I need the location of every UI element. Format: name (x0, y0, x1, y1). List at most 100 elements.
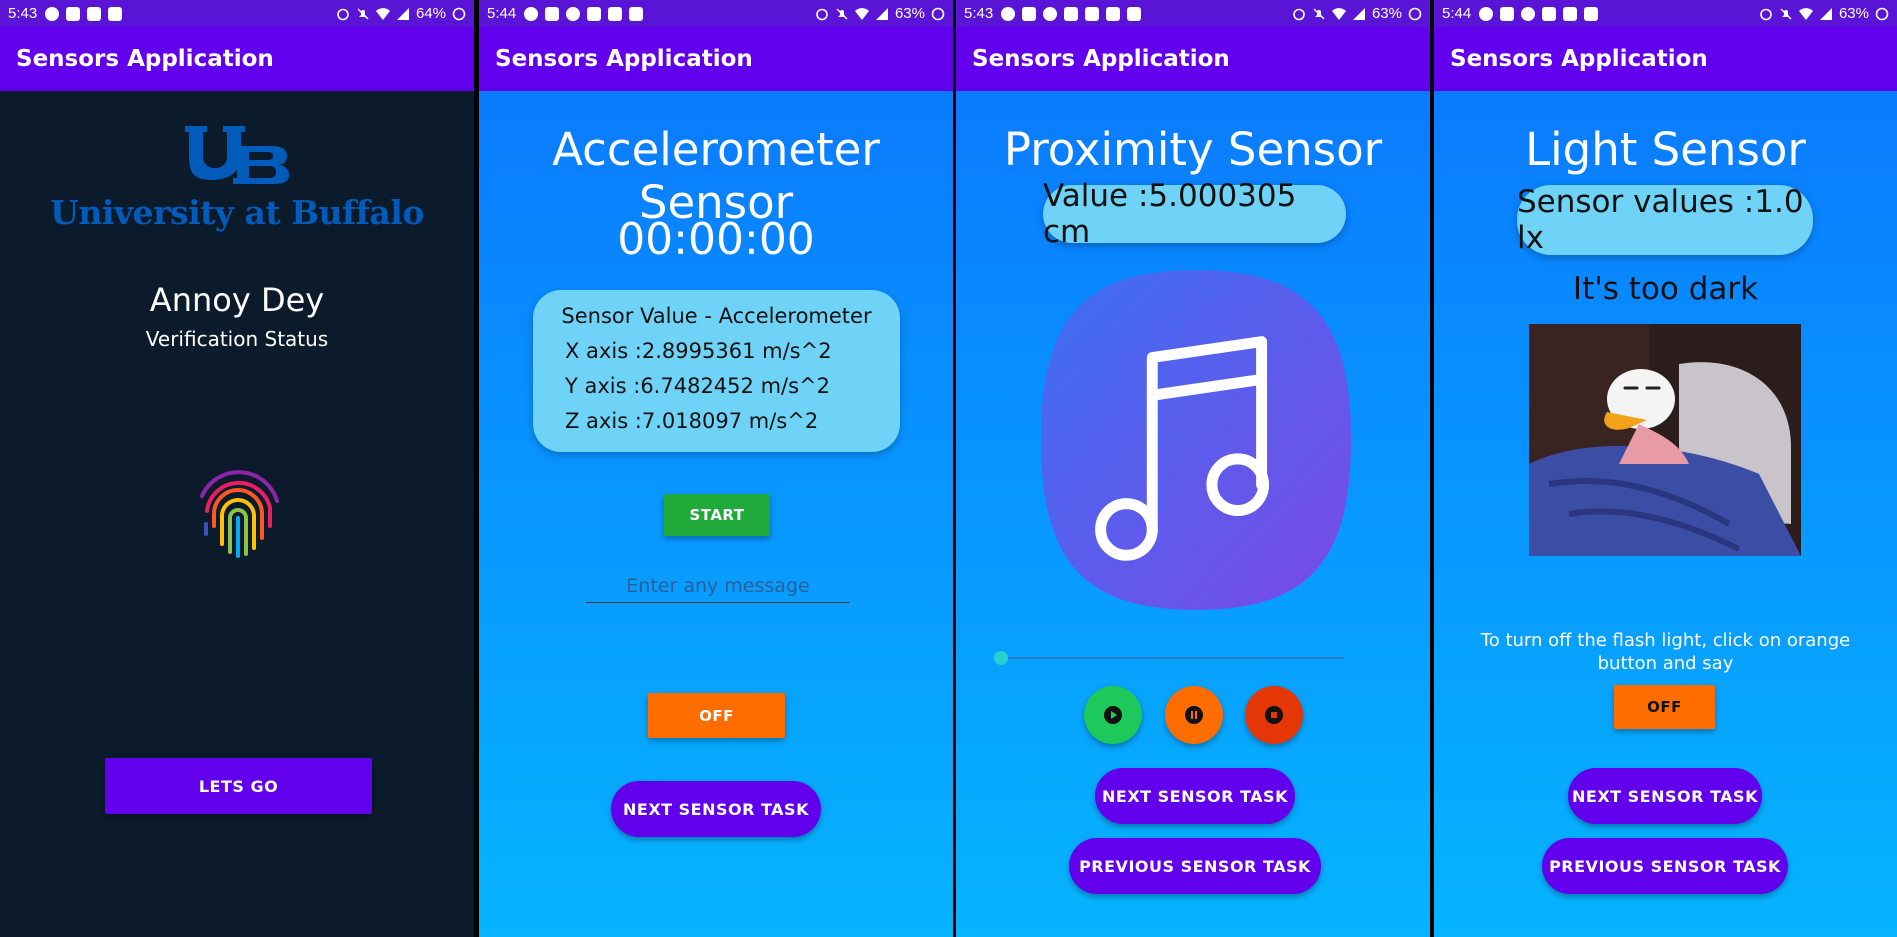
mute-icon (1313, 8, 1325, 19)
messenger-icon (1001, 6, 1016, 21)
wifi-icon (854, 7, 869, 20)
linkedin-icon (1542, 6, 1557, 21)
messenger-icon (524, 6, 539, 21)
dark-room-image (1529, 324, 1801, 556)
flash-instruction: To turn off the flash light, click on or… (1480, 630, 1851, 674)
sensor-values-card: Sensor Value - Accelerometer X axis :2.8… (533, 290, 900, 452)
status-bar: 5:44 63% (479, 0, 953, 27)
message-placeholder: Enter any message (626, 575, 810, 597)
calendar-icon (108, 6, 123, 21)
status-time: 5:44 (487, 5, 517, 22)
wifi-icon (1331, 7, 1346, 20)
battery-percent: 63% (1838, 5, 1869, 22)
previous-sensor-task-button[interactable]: PREVIOUS SENSOR TASK (1542, 838, 1788, 894)
wifi-icon (375, 7, 390, 20)
mute-icon (836, 8, 848, 19)
battery-icon (1875, 7, 1889, 20)
verification-content: University at Buffalo Annoy Dey Verifica… (0, 91, 474, 937)
play-icon (1104, 706, 1122, 724)
fingerprint-icon[interactable] (182, 456, 292, 566)
battery-icon (931, 7, 945, 20)
battery-percent: 63% (894, 5, 925, 22)
signal-icon (1819, 7, 1832, 20)
seek-bar-thumb[interactable] (994, 651, 1008, 665)
user-name: Annoy Dey (149, 281, 325, 319)
image-icon (1106, 6, 1121, 21)
linkedin-icon (1085, 6, 1100, 21)
battery-percent: 64% (415, 5, 446, 22)
battery-icon (452, 7, 466, 20)
light-value: Sensor values :1.0 lx (1517, 184, 1813, 256)
signal-icon (875, 7, 888, 20)
status-bar: 5:43 63% (956, 0, 1430, 27)
linkedin-icon (587, 6, 602, 21)
youtube-icon (66, 6, 81, 21)
image-icon (1563, 6, 1578, 21)
next-sensor-task-button[interactable]: NEXT SENSOR TASK (1095, 768, 1295, 824)
message-input[interactable]: Enter any message (586, 571, 850, 603)
ub-logo-text: University at Buffalo (50, 193, 424, 232)
status-time: 5:43 (964, 5, 994, 22)
calendar-icon (1584, 6, 1599, 21)
battery-icon (1408, 7, 1422, 20)
signal-icon (1352, 7, 1365, 20)
proximity-content: Proximity Sensor Value :5.000305 cm NEXT… (956, 91, 1430, 937)
instagram-icon (566, 6, 581, 21)
battery-percent: 63% (1371, 5, 1402, 22)
x-axis-value: X axis :2.8995361 m/s^2 (565, 339, 832, 363)
app-bar-title: Sensors Application (479, 27, 953, 91)
screen-proximity: 5:43 63% Sensors Application Proximity S… (956, 0, 1430, 937)
status-bar: 5:43 64% (0, 0, 474, 27)
app-bar-title: Sensors Application (1434, 27, 1897, 91)
alarm-icon (337, 8, 349, 20)
next-sensor-task-button[interactable]: NEXT SENSOR TASK (611, 781, 821, 837)
youtube-icon (545, 6, 560, 21)
alarm-icon (816, 8, 828, 20)
messenger-icon (1479, 6, 1494, 21)
calendar-icon (1127, 6, 1142, 21)
linkedin-icon (1064, 6, 1079, 21)
sensor-values-header: Sensor Value - Accelerometer (561, 304, 872, 328)
pause-button[interactable] (1165, 686, 1223, 744)
calendar-icon (629, 6, 644, 21)
mute-icon (1780, 8, 1792, 19)
mute-icon (357, 8, 369, 19)
pause-icon (1185, 706, 1203, 724)
screen-accelerometer: 5:44 63% Sensors Application Acceleromet… (479, 0, 953, 937)
timer-display: 00:00:00 (617, 214, 815, 265)
app-bar-title: Sensors Application (956, 27, 1430, 91)
youtube-icon (1500, 6, 1515, 21)
screen-light: 5:44 63% Sensors Application Light Senso… (1434, 0, 1897, 937)
page-title: Light Sensor (1525, 123, 1806, 176)
previous-sensor-task-button[interactable]: PREVIOUS SENSOR TASK (1069, 838, 1321, 894)
off-button[interactable]: OFF (1614, 685, 1715, 729)
alarm-icon (1760, 8, 1772, 20)
stop-button[interactable] (1245, 686, 1303, 744)
status-time: 5:44 (1442, 5, 1472, 22)
linkedin-icon (87, 6, 102, 21)
z-axis-value: Z axis :7.018097 m/s^2 (565, 409, 819, 433)
screen-verification: 5:43 64% Sensors Application University … (0, 0, 474, 937)
light-status-text: It's too dark (1572, 271, 1759, 307)
light-content: Light Sensor Sensor values :1.0 lx It's … (1434, 91, 1897, 937)
signal-icon (396, 7, 409, 20)
start-button[interactable]: START (664, 494, 770, 536)
app-bar-title: Sensors Application (0, 27, 474, 91)
instagram-icon (1043, 6, 1058, 21)
next-sensor-task-button[interactable]: NEXT SENSOR TASK (1568, 768, 1762, 824)
wifi-icon (1798, 7, 1813, 20)
accelerometer-content: Accelerometer Sensor 00:00:00 Sensor Val… (479, 91, 953, 937)
seek-bar[interactable] (1000, 657, 1344, 659)
status-time: 5:43 (8, 5, 38, 22)
play-button[interactable] (1084, 686, 1142, 744)
lets-go-button[interactable]: LETS GO (105, 758, 372, 814)
proximity-value: Value :5.000305 cm (1043, 178, 1346, 250)
ub-logo (185, 126, 289, 184)
music-note-icon[interactable] (1037, 265, 1355, 615)
status-bar: 5:44 63% (1434, 0, 1897, 27)
messenger-icon (45, 6, 60, 21)
youtube-icon (1022, 6, 1037, 21)
stop-icon (1265, 706, 1283, 724)
y-axis-value: Y axis :6.7482452 m/s^2 (565, 374, 830, 398)
off-button[interactable]: OFF (648, 693, 785, 738)
